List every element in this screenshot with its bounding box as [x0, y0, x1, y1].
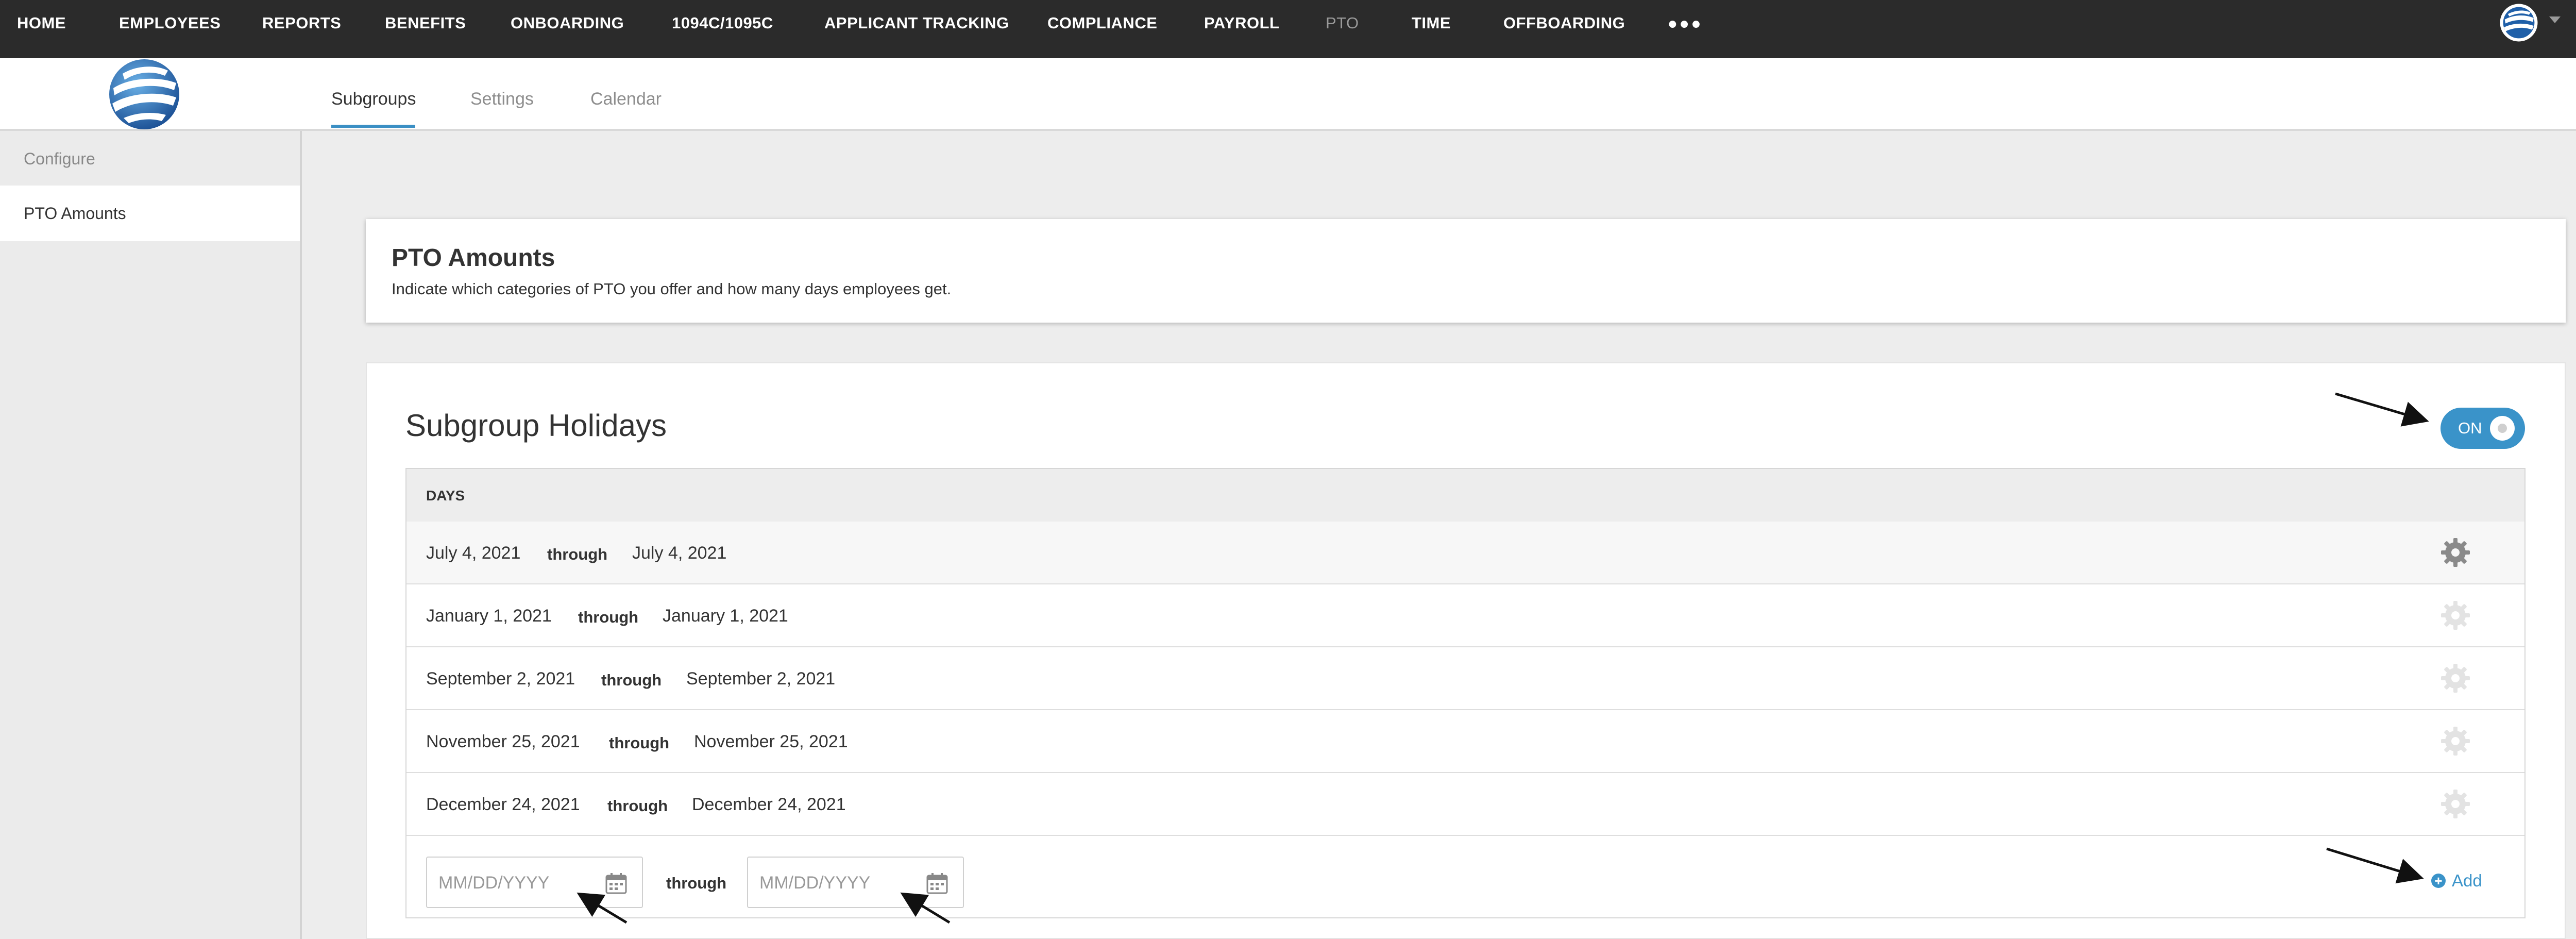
start-date: December 24, 2021 — [426, 795, 580, 814]
table-row: November 25, 2021 through November 25, 2… — [406, 710, 2524, 773]
through-label: through — [578, 608, 639, 626]
tab-calendar[interactable]: Calendar — [590, 89, 662, 109]
toggle-knob — [2490, 416, 2515, 441]
through-label: through — [547, 545, 608, 563]
nav-offboarding[interactable]: OFFBOARDING — [1503, 0, 1625, 46]
section-title: Subgroup Holidays — [405, 408, 667, 443]
company-logo — [109, 59, 179, 129]
pto-amounts-card: PTO Amounts Indicate which categories of… — [366, 219, 2566, 323]
nav-reports[interactable]: REPORTS — [262, 0, 341, 46]
gear-icon[interactable] — [2439, 599, 2472, 632]
top-nav-bar: HOME EMPLOYEES REPORTS BENEFITS ONBOARDI… — [0, 0, 2576, 58]
gear-icon[interactable] — [2439, 725, 2472, 758]
new-holiday-row: MM/DD/YYYY through MM/DD/YYYY + Add — [406, 841, 2524, 918]
table-row: December 24, 2021 through December 24, 2… — [406, 773, 2524, 836]
table-row: September 2, 2021 through September 2, 2… — [406, 647, 2524, 710]
user-avatar[interactable] — [2499, 3, 2538, 42]
page-title: PTO Amounts — [392, 244, 555, 272]
end-date: January 1, 2021 — [663, 606, 788, 626]
end-date-placeholder: MM/DD/YYYY — [759, 873, 871, 893]
nav-time[interactable]: TIME — [1412, 0, 1451, 46]
through-label: through — [607, 797, 668, 815]
through-label: through — [609, 734, 670, 752]
gear-icon[interactable] — [2439, 536, 2472, 569]
column-header-days: DAYS — [426, 488, 465, 504]
holidays-toggle[interactable]: ON — [2441, 408, 2525, 449]
end-date: September 2, 2021 — [686, 669, 836, 689]
chevron-down-icon[interactable] — [2549, 16, 2561, 23]
table-row: January 1, 2021 through January 1, 2021 — [406, 584, 2524, 647]
page-description: Indicate which categories of PTO you off… — [392, 280, 952, 298]
through-label: through — [666, 874, 727, 892]
gear-icon[interactable] — [2439, 787, 2472, 820]
more-menu-icon[interactable]: ••• — [1668, 10, 1703, 39]
sub-header: Subgroups Settings Calendar — [0, 58, 2576, 131]
tab-settings[interactable]: Settings — [470, 89, 534, 109]
sidebar-item-pto-amounts[interactable]: PTO Amounts — [0, 186, 300, 241]
table-row: July 4, 2021 through July 4, 2021 — [406, 522, 2524, 584]
add-holiday-button[interactable]: + Add — [2431, 871, 2482, 891]
nav-payroll[interactable]: PAYROLL — [1204, 0, 1279, 46]
plus-circle-icon: + — [2431, 874, 2446, 888]
start-date: January 1, 2021 — [426, 606, 552, 626]
toggle-label: ON — [2458, 419, 2482, 437]
through-label: through — [601, 671, 662, 689]
start-date: November 25, 2021 — [426, 732, 580, 751]
calendar-icon[interactable] — [605, 872, 628, 895]
end-date: November 25, 2021 — [694, 732, 848, 751]
calendar-icon[interactable] — [926, 872, 948, 895]
nav-onboarding[interactable]: ONBOARDING — [511, 0, 624, 46]
tab-subgroups[interactable]: Subgroups — [331, 89, 416, 109]
start-date: July 4, 2021 — [426, 543, 521, 563]
nav-benefits[interactable]: BENEFITS — [385, 0, 466, 46]
nav-home[interactable]: HOME — [17, 0, 66, 46]
sidebar-item-configure[interactable]: Configure — [0, 131, 300, 187]
start-date: September 2, 2021 — [426, 669, 575, 689]
active-tab-indicator — [331, 125, 415, 128]
nav-pto[interactable]: PTO — [1326, 0, 1359, 46]
nav-employees[interactable]: EMPLOYEES — [119, 0, 221, 46]
holidays-table: DAYS July 4, 2021 through July 4, 2021 J… — [405, 468, 2526, 918]
nav-applicant-tracking[interactable]: APPLICANT TRACKING — [824, 0, 1009, 46]
end-date: July 4, 2021 — [632, 543, 727, 563]
add-label: Add — [2452, 871, 2482, 890]
gear-icon[interactable] — [2439, 662, 2472, 695]
nav-1094c-1095c[interactable]: 1094C/1095C — [672, 0, 773, 46]
sidebar: Configure PTO Amounts — [0, 131, 302, 939]
end-date-input[interactable]: MM/DD/YYYY — [747, 857, 964, 908]
end-date: December 24, 2021 — [692, 795, 846, 814]
start-date-input[interactable]: MM/DD/YYYY — [426, 857, 643, 908]
nav-compliance[interactable]: COMPLIANCE — [1047, 0, 1157, 46]
table-header: DAYS — [406, 469, 2524, 523]
start-date-placeholder: MM/DD/YYYY — [438, 873, 550, 893]
